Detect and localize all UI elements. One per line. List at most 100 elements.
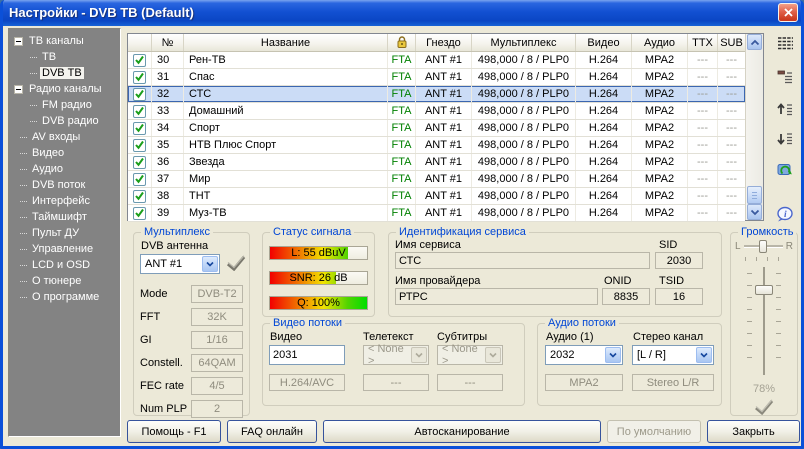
defaults-button: По умолчанию: [607, 420, 701, 443]
sidebar-item-dvb-поток[interactable]: DVB поток: [20, 177, 120, 193]
sidebar-item-пульт-ду[interactable]: Пульт ДУ: [20, 225, 120, 241]
channel-number-cell: 36: [152, 154, 184, 170]
header-audio[interactable]: Аудио: [632, 34, 688, 51]
autoscan-button[interactable]: Автосканирование: [323, 420, 601, 443]
stereo-channel-select[interactable]: [L / R]: [632, 345, 714, 365]
table-row[interactable]: 35 НТВ Плюс Спорт FTA ANT #1 498,000 / 8…: [128, 137, 745, 154]
sidebar-item-о-тюнере[interactable]: О тюнере: [20, 273, 120, 289]
volume-slider-thumb[interactable]: [755, 285, 773, 295]
header-sub[interactable]: SUB: [718, 34, 745, 51]
parameter-value: DVB-T2: [191, 285, 243, 303]
titlebar[interactable]: Настройки - DVB ТВ (Default): [0, 0, 804, 26]
antenna-select[interactable]: ANT #1: [140, 254, 220, 274]
sidebar-item-аудио[interactable]: Аудио: [20, 161, 120, 177]
balance-slider-thumb[interactable]: [759, 240, 767, 253]
table-row[interactable]: 33 Домашний FTA ANT #1 498,000 / 8 / PLP…: [128, 103, 745, 120]
channel-multiplex-cell: 498,000 / 8 / PLP0: [472, 171, 576, 187]
tsid-label: TSID: [659, 275, 684, 287]
table-row[interactable]: 30 Рен-ТВ FTA ANT #1 498,000 / 8 / PLP0 …: [128, 52, 745, 69]
dropdown-button[interactable]: [605, 347, 621, 363]
sidebar-item-lcd-и-osd[interactable]: LCD и OSD: [20, 257, 120, 273]
sidebar-item-label: Радио каналы: [27, 83, 104, 95]
rescan-channels-button[interactable]: [775, 160, 795, 180]
sidebar-item-тв-каналы[interactable]: ТВ каналы: [14, 33, 120, 49]
sidebar-item-радио-каналы[interactable]: Радио каналы: [14, 81, 120, 97]
sidebar-item-label: AV входы: [30, 131, 82, 143]
table-row[interactable]: 37 Мир FTA ANT #1 498,000 / 8 / PLP0 H.2…: [128, 171, 745, 188]
channel-checkbox[interactable]: [133, 88, 146, 101]
sidebar-item-интерфейс[interactable]: Интерфейс: [20, 193, 120, 209]
sidebar-item-av-входы[interactable]: AV входы: [20, 129, 120, 145]
balance-slider[interactable]: [744, 245, 783, 248]
header-multiplex[interactable]: Мультиплекс: [472, 34, 576, 51]
apply-antenna-button[interactable]: [226, 255, 246, 276]
header-check-column[interactable]: [128, 34, 152, 51]
table-row[interactable]: 38 ТНТ FTA ANT #1 498,000 / 8 / PLP0 H.2…: [128, 188, 745, 205]
sid-value: 2030: [655, 252, 703, 269]
video-pid-input[interactable]: [269, 345, 345, 365]
header-lock[interactable]: [388, 34, 416, 51]
apply-volume-button[interactable]: [754, 399, 774, 420]
parameter-value: 32K: [191, 308, 243, 326]
channel-access-cell: FTA: [388, 137, 416, 153]
channel-video-cell: H.264: [576, 137, 632, 153]
audio-pid-select[interactable]: 2032: [545, 345, 623, 365]
close-dialog-button[interactable]: Закрыть: [707, 420, 800, 443]
channel-checkbox[interactable]: [133, 156, 146, 169]
close-window-button[interactable]: [778, 3, 798, 22]
channel-checkbox[interactable]: [133, 105, 146, 118]
checkmark-icon: [134, 55, 145, 65]
table-row[interactable]: 39 Муз-ТВ FTA ANT #1 498,000 / 8 / PLP0 …: [128, 205, 745, 222]
list-view-button[interactable]: [775, 33, 795, 53]
channel-socket-cell: ANT #1: [416, 154, 472, 170]
sidebar-item-dvb-тв[interactable]: DVB ТВ: [30, 65, 120, 81]
channel-checkbox[interactable]: [133, 207, 146, 220]
table-row[interactable]: 36 Звезда FTA ANT #1 498,000 / 8 / PLP0 …: [128, 154, 745, 171]
parameter-label: FFT: [140, 311, 191, 323]
video-streams-group: Видео потоки Видео H.264/AVC Телетекст <…: [262, 323, 525, 406]
header-ttx[interactable]: TTX: [688, 34, 718, 51]
table-row[interactable]: 34 Спорт FTA ANT #1 498,000 / 8 / PLP0 H…: [128, 120, 745, 137]
scroll-down-button[interactable]: [747, 204, 762, 220]
header-name[interactable]: Название: [184, 34, 388, 51]
channel-name-cell: НТВ Плюс Спорт: [184, 137, 388, 153]
channel-checkbox[interactable]: [133, 190, 146, 203]
scrollbar-thumb[interactable]: [747, 186, 762, 204]
move-channel-down-button[interactable]: [775, 130, 795, 150]
dropdown-button[interactable]: [696, 347, 712, 363]
sidebar-item-fm-радио[interactable]: FM радио: [30, 97, 120, 113]
channel-checkbox[interactable]: [133, 122, 146, 135]
remove-channel-button[interactable]: [775, 66, 795, 86]
help-button[interactable]: Помощь - F1: [127, 420, 221, 443]
header-video[interactable]: Видео: [576, 34, 632, 51]
faq-button[interactable]: FAQ онлайн: [227, 420, 317, 443]
info-button[interactable]: i: [775, 204, 795, 224]
dropdown-button[interactable]: [202, 256, 218, 272]
move-channel-up-button[interactable]: [775, 98, 795, 118]
channel-checkbox[interactable]: [133, 54, 146, 67]
sidebar-item-о-программе[interactable]: О программе: [20, 289, 120, 305]
channel-checkbox[interactable]: [133, 173, 146, 186]
sidebar-item-тв[interactable]: ТВ: [30, 49, 120, 65]
multiplex-parameter-row: Num PLP 2: [140, 400, 243, 418]
sidebar-item-видео[interactable]: Видео: [20, 145, 120, 161]
sidebar-item-управление[interactable]: Управление: [20, 241, 120, 257]
sidebar-item-таймшифт[interactable]: Таймшифт: [20, 209, 120, 225]
table-row[interactable]: 32 СТС FTA ANT #1 498,000 / 8 / PLP0 H.2…: [128, 86, 745, 103]
channel-checkbox[interactable]: [133, 139, 146, 152]
sidebar-item-dvb-радио[interactable]: DVB радио: [30, 113, 120, 129]
channel-table-header[interactable]: № Название Гнездо Мультиплекс Видео Ауди…: [128, 34, 763, 52]
signal-bar-label: SNR: 26 dB: [270, 272, 367, 284]
table-scrollbar[interactable]: [745, 34, 763, 220]
channel-audio-cell: MPA2: [632, 52, 688, 68]
tree-connector: [30, 105, 37, 106]
channel-number-cell: 31: [152, 69, 184, 85]
parameter-label: Mode: [140, 288, 191, 300]
header-number[interactable]: №: [152, 34, 184, 51]
volume-slider[interactable]: [763, 267, 765, 375]
channel-checkbox[interactable]: [133, 71, 146, 84]
scroll-up-button[interactable]: [747, 34, 762, 50]
header-socket[interactable]: Гнездо: [416, 34, 472, 51]
channel-access-cell: FTA: [388, 171, 416, 187]
table-row[interactable]: 31 Спас FTA ANT #1 498,000 / 8 / PLP0 H.…: [128, 69, 745, 86]
